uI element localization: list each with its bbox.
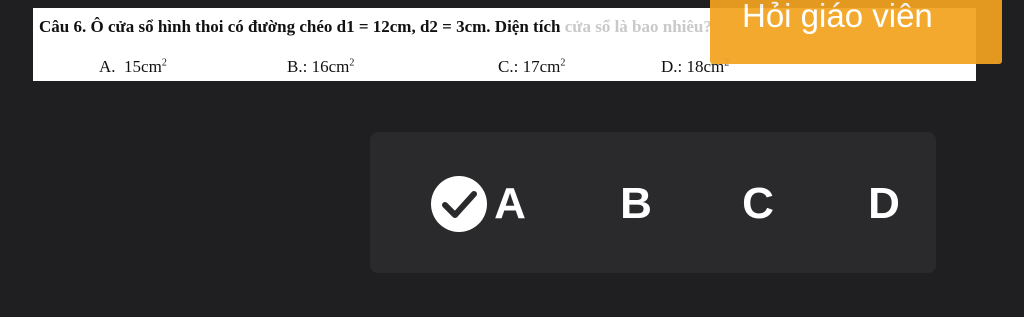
- answer-panel: A B C D: [370, 132, 936, 273]
- answer-choice-b[interactable]: B: [606, 174, 666, 234]
- option-value: 15cm: [124, 57, 162, 76]
- option-c: C.: 17cm2: [498, 57, 565, 77]
- option-exponent: 2: [349, 57, 355, 69]
- question-prefix: Câu 6. Ô cửa sổ hình thoi có đường chéo …: [39, 17, 565, 36]
- option-exponent: 2: [161, 57, 167, 69]
- option-label: B.:: [287, 57, 308, 76]
- option-b: B.: 16cm2: [287, 57, 354, 77]
- option-value: 17cm: [522, 57, 561, 76]
- answer-choice-label: D: [868, 179, 900, 228]
- ask-teacher-label: Hỏi giáo viên: [742, 0, 933, 34]
- answer-choice-c[interactable]: C: [728, 174, 788, 234]
- answer-choice-label: A: [494, 179, 526, 228]
- answer-choice-d[interactable]: D: [854, 174, 914, 234]
- option-label: D.:: [661, 57, 683, 76]
- option-value: 16cm: [311, 57, 350, 76]
- question-text: Câu 6. Ô cửa sổ hình thoi có đường chéo …: [39, 17, 712, 37]
- option-label: A.: [99, 57, 116, 76]
- ask-teacher-button[interactable]: Hỏi giáo viên: [710, 0, 1002, 64]
- question-faded-suffix: cửa sổ là bao nhiêu?: [564, 17, 712, 36]
- option-exponent: 2: [560, 57, 566, 69]
- check-circle-icon: [431, 176, 488, 232]
- option-label: C.:: [498, 57, 519, 76]
- answer-choice-a[interactable]: A: [420, 174, 536, 234]
- answer-choice-label: C: [742, 179, 774, 228]
- option-a: A. 15cm2: [99, 57, 167, 77]
- answer-choice-label: B: [620, 179, 652, 228]
